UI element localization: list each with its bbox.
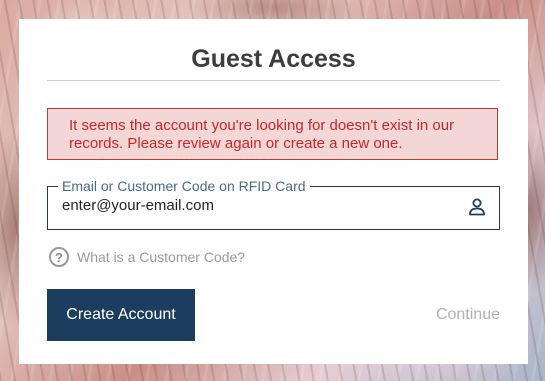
dialog-title: Guest Access xyxy=(191,45,356,73)
guest-access-dialog: Guest Access It seems the account you're… xyxy=(19,19,528,364)
customer-code-help-link[interactable]: ? What is a Customer Code? xyxy=(49,246,245,268)
help-text: What is a Customer Code? xyxy=(77,249,246,265)
user-icon xyxy=(469,198,485,216)
email-field[interactable]: Email or Customer Code on RFID Card xyxy=(47,177,500,230)
error-message: It seems the account you're looking for … xyxy=(69,117,455,152)
email-field-label: Email or Customer Code on RFID Card xyxy=(58,177,310,195)
continue-button[interactable]: Continue xyxy=(404,289,500,341)
create-account-button[interactable]: Create Account xyxy=(47,289,195,341)
email-input[interactable] xyxy=(62,197,442,214)
question-circle-icon: ? xyxy=(49,247,69,267)
error-alert: It seems the account you're looking for … xyxy=(47,108,498,160)
title-divider xyxy=(47,80,500,81)
